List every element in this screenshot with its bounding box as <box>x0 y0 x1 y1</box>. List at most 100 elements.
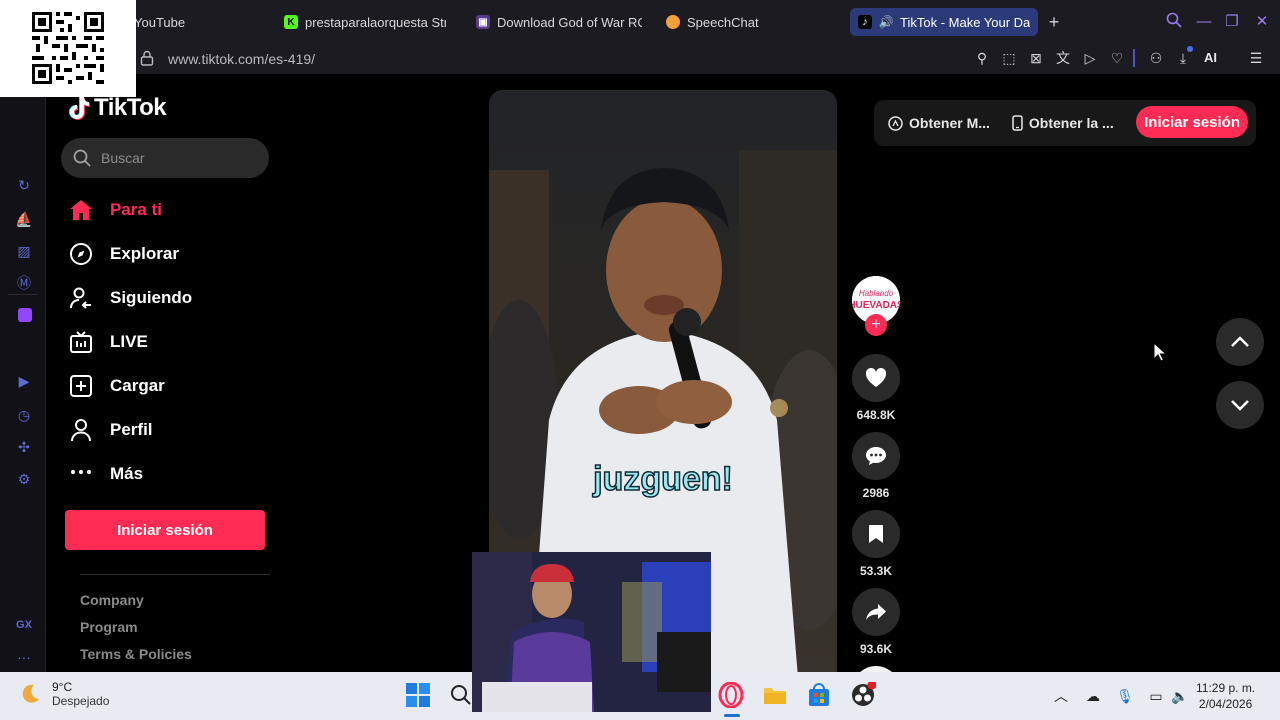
menu-icon[interactable]: ☰ <box>1246 48 1266 68</box>
settings-icon[interactable]: ⚙ <box>15 470 33 488</box>
nav-item-para-ti[interactable]: Para ti <box>68 188 192 232</box>
like-action[interactable]: 648.8K <box>852 354 900 422</box>
share-count: 93.6K <box>859 642 893 656</box>
comment-count: 2986 <box>862 486 890 500</box>
heart-icon[interactable]: ♡ <box>1107 48 1127 68</box>
nav-item-perfil[interactable]: Perfil <box>68 408 192 452</box>
nav-item-mas[interactable]: Más <box>68 452 192 496</box>
taskbar-search-icon <box>451 685 471 705</box>
twitch-icon[interactable] <box>18 308 32 322</box>
tab-speechchat[interactable]: SpeechChat <box>658 8 806 36</box>
play-icon[interactable]: ▷ <box>1080 48 1100 68</box>
nav-label: Más <box>110 464 144 483</box>
get-coins-button[interactable]: Obtener M... <box>888 115 990 131</box>
close-button[interactable]: ✕ <box>1252 12 1272 32</box>
weather-temp: 9°C <box>52 680 73 694</box>
microphone-icon[interactable]: 🎙 <box>1115 686 1135 706</box>
volume-icon[interactable]: 🔈 <box>1170 686 1190 706</box>
file-explorer-icon[interactable] <box>762 682 790 710</box>
gx-mods-icon[interactable]: Ⓜ <box>15 274 33 292</box>
weather-widget[interactable]: 9°C Despejado <box>18 680 109 708</box>
nav-label: LIVE <box>110 332 148 351</box>
speechchat-icon <box>666 15 680 29</box>
like-button[interactable] <box>852 354 900 402</box>
search-tabs-icon[interactable] <box>1164 12 1184 32</box>
nav-label: Explorar <box>110 244 179 263</box>
footer-link-company[interactable]: Company <box>80 592 192 619</box>
windows-logo-icon <box>406 683 430 707</box>
nav-item-explorar[interactable]: Explorar <box>68 232 192 276</box>
top-login-button[interactable]: Iniciar sesión <box>1136 106 1248 138</box>
clock-date: 2/04/2026 <box>1198 697 1253 711</box>
tab-youtube[interactable]: YouTube <box>126 8 264 36</box>
kick-icon: K <box>284 15 298 29</box>
minimize-button[interactable]: — <box>1194 12 1214 32</box>
pin-icon[interactable]: ⚲ <box>972 48 992 68</box>
nav-item-cargar[interactable]: Cargar <box>68 364 192 408</box>
start-button[interactable] <box>405 682 433 710</box>
next-video-button[interactable] <box>1216 381 1264 429</box>
onedrive-offline-icon[interactable]: ☁ <box>1083 686 1103 706</box>
sidebar-divider <box>8 294 38 295</box>
microsoft-store-icon[interactable] <box>806 682 834 710</box>
taskbar-clock[interactable]: 11:29 p. m. 2/04/2026 <box>1196 680 1255 712</box>
sidebar-login-button[interactable]: Iniciar sesión <box>65 510 265 550</box>
previous-video-button[interactable] <box>1216 318 1264 366</box>
obs-icon[interactable] <box>850 680 878 710</box>
tab-title: SpeechChat <box>687 14 759 30</box>
restore-button[interactable]: ❐ <box>1222 12 1242 32</box>
account-icon[interactable]: ⚇ <box>1146 48 1166 68</box>
share-action[interactable]: 93.6K <box>852 588 900 656</box>
follow-plus-button[interactable]: + <box>865 314 887 336</box>
new-tab-button[interactable]: + <box>1044 12 1064 32</box>
save-action[interactable]: 53.3K <box>852 510 900 578</box>
following-icon <box>68 285 94 311</box>
gx-control-icon[interactable]: ↻ <box>15 176 33 194</box>
history-icon[interactable]: ◷ <box>15 406 33 424</box>
bookmark-icon <box>869 525 883 543</box>
nav-label: Siguiendo <box>110 288 193 307</box>
gx-corner-icon[interactable]: ⛵ <box>15 210 33 228</box>
share-button[interactable] <box>852 588 900 636</box>
ai-button[interactable]: AI <box>1204 48 1217 68</box>
opera-gx-taskbar-icon[interactable] <box>718 681 746 710</box>
snapshot-icon[interactable]: ⬚ <box>999 48 1019 68</box>
search-box[interactable] <box>61 138 269 178</box>
get-coins-label: Obtener M... <box>909 115 990 131</box>
save-button[interactable] <box>852 510 900 558</box>
show-hidden-icons[interactable]: ︿ <box>1051 686 1071 706</box>
player-icon[interactable]: ▶ <box>15 372 33 390</box>
url-field[interactable]: www.tiktok.com/es-419/ <box>168 51 315 67</box>
footer-link-program[interactable]: Program <box>80 619 192 646</box>
gx-sidebar: ↻ ⛵ ▨ Ⓜ ▶ ◷ ✣ ⚙ GX ··· <box>0 74 46 672</box>
get-app-button[interactable]: Obtener la ... <box>1012 115 1114 131</box>
upload-icon <box>68 373 94 399</box>
browser-tab-strip: YouTube K prestaparalaorquesta Stre ▣ Do… <box>0 0 1280 44</box>
gx-cleaner-icon[interactable]: ▨ <box>15 242 33 260</box>
more-options-icon[interactable]: ··· <box>15 648 33 666</box>
nav-label: Perfil <box>110 420 153 439</box>
rom-site-icon: ▣ <box>476 15 490 29</box>
nav-item-live[interactable]: LIVE <box>68 320 192 364</box>
footer-link-terms[interactable]: Terms & Policies <box>80 646 192 672</box>
tab-tiktok[interactable]: ♪ 🔊 TikTok - Make Your Day <box>850 8 1038 36</box>
tab-god-of-war-rom[interactable]: ▣ Download God of War ROM <box>468 8 650 36</box>
adblock-icon[interactable]: ⊠ <box>1026 48 1046 68</box>
nav-item-siguiendo[interactable]: Siguiendo <box>68 276 192 320</box>
tab-title: prestaparalaorquesta Stre <box>305 14 446 30</box>
tiktok-note-icon <box>69 97 90 120</box>
extensions-icon[interactable]: ✣ <box>15 438 33 456</box>
comment-button[interactable] <box>852 432 900 480</box>
weather-desc: Despejado <box>52 694 110 708</box>
network-icon[interactable]: ▭ <box>1146 686 1166 706</box>
webcam-feed <box>472 552 711 712</box>
toolbar-divider <box>1133 49 1135 67</box>
gx-logo-icon[interactable]: GX <box>15 616 33 634</box>
comment-action[interactable]: 2986 <box>852 432 900 500</box>
speaker-icon: 🔊 <box>878 15 894 29</box>
tiktok-logo[interactable]: TikTok <box>68 94 167 122</box>
tab-kick-stream[interactable]: K prestaparalaorquesta Stre <box>276 8 454 36</box>
translate-icon[interactable]: 文 <box>1053 48 1073 68</box>
chevron-down-icon <box>1231 400 1249 411</box>
search-input[interactable] <box>101 150 251 166</box>
